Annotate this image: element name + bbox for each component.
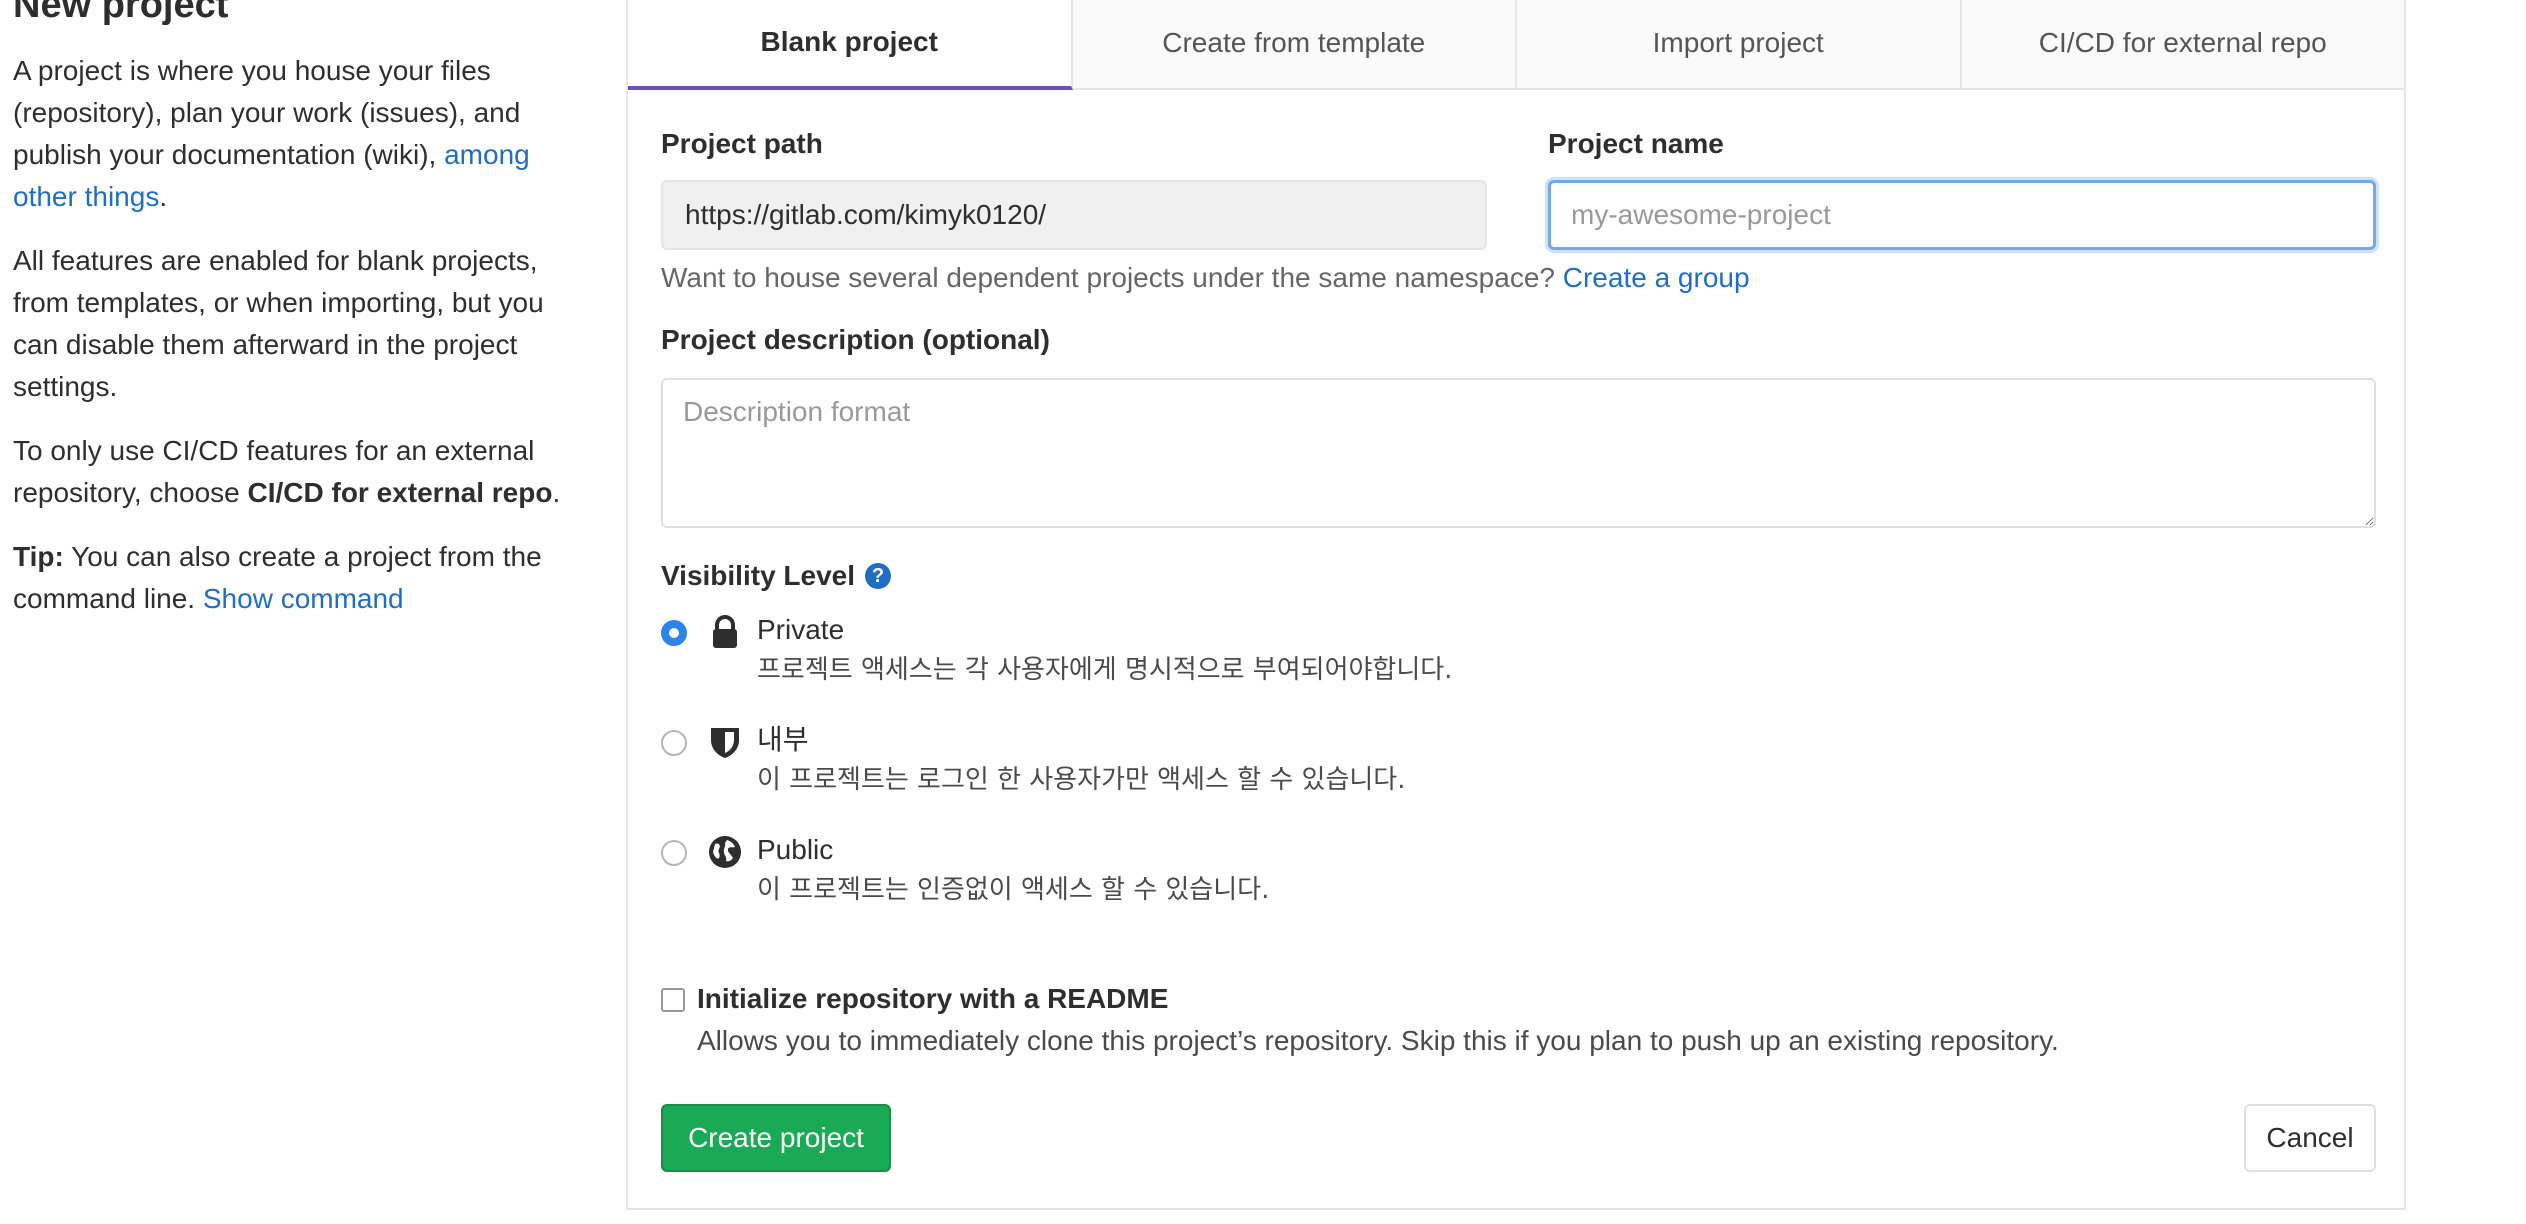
features-paragraph: All features are enabled for blank proje…	[13, 245, 544, 402]
visibility-private-text: Private 프로젝트 액세스는 각 사용자에게 명시적으로 부여되어야합니다…	[757, 610, 1452, 690]
visibility-internal-text: 내부 이 프로젝트는 로그인 한 사용자가만 액세스 할 수 있습니다.	[757, 720, 1405, 800]
globe-icon	[709, 836, 741, 868]
create-group-link[interactable]: Create a group	[1563, 262, 1750, 293]
visibility-radio-private[interactable]	[661, 620, 687, 646]
tab-blank-project[interactable]: Blank project	[628, 0, 1073, 90]
visibility-radio-internal[interactable]	[661, 730, 687, 756]
cicd-bold: CI/CD for external repo	[247, 477, 553, 508]
project-name-input[interactable]	[1548, 180, 2376, 250]
project-tabs: Blank project Create from template Impor…	[628, 0, 2404, 90]
visibility-radio-public[interactable]	[661, 840, 687, 866]
shield-icon	[711, 728, 739, 758]
tab-import-project[interactable]: Import project	[1517, 0, 1962, 88]
visibility-option-public[interactable]: Public 이 프로젝트는 인증없이 액세스 할 수 있습니다.	[661, 830, 1269, 910]
initialize-readme-desc: Allows you to immediately clone this pro…	[697, 1025, 2059, 1056]
project-description-textarea[interactable]	[661, 378, 2376, 528]
intro-end: .	[159, 181, 168, 212]
visibility-level-text: Visibility Level	[661, 560, 856, 591]
project-name-label: Project name	[1548, 128, 1724, 159]
visibility-private-desc: 프로젝트 액세스는 각 사용자에게 명시적으로 부여되어야합니다.	[757, 655, 1453, 685]
tab-create-from-template[interactable]: Create from template	[1072, 0, 1517, 88]
initialize-readme-title: Initialize repository with a README	[697, 983, 1169, 1014]
initialize-readme-option[interactable]: Initialize repository with a README Allo…	[661, 978, 2059, 1062]
initialize-readme-checkbox[interactable]	[661, 988, 685, 1012]
intro-paragraph: A project is where you house your files …	[13, 50, 573, 218]
tip-paragraph: Tip: You can also create a project from …	[13, 536, 573, 620]
visibility-internal-desc: 이 프로젝트는 로그인 한 사용자가만 액세스 할 수 있습니다.	[757, 765, 1406, 795]
help-icon[interactable]: ?	[865, 563, 892, 589]
show-command-link[interactable]: Show command	[203, 583, 404, 614]
visibility-public-title: Public	[757, 834, 834, 865]
group-help-label: Want to house several dependent projects…	[661, 262, 1563, 293]
visibility-option-private[interactable]: Private 프로젝트 액세스는 각 사용자에게 명시적으로 부여되어야합니다…	[661, 610, 1452, 690]
tip-label: Tip:	[13, 541, 64, 572]
visibility-public-desc: 이 프로젝트는 인증없이 액세스 할 수 있습니다.	[757, 875, 1270, 905]
project-path-label: Project path	[661, 128, 823, 159]
visibility-option-internal[interactable]: 내부 이 프로젝트는 로그인 한 사용자가만 액세스 할 수 있습니다.	[661, 720, 1405, 800]
visibility-private-title: Private	[757, 614, 845, 645]
cicd-paragraph: To only use CI/CD features for an extern…	[13, 430, 573, 514]
cicd-end: .	[552, 477, 561, 508]
create-project-button[interactable]: Create project	[661, 1104, 891, 1172]
page-title: New project	[13, 0, 229, 26]
initialize-readme-text: Initialize repository with a README Allo…	[685, 978, 2059, 1062]
new-project-panel: Blank project Create from template Impor…	[626, 0, 2406, 1210]
project-path-field: https://gitlab.com/kimyk0120/	[661, 180, 1487, 250]
project-description-label: Project description (optional)	[661, 324, 1050, 355]
visibility-level-label: Visibility Level ?	[661, 560, 892, 592]
group-help-text: Want to house several dependent projects…	[661, 262, 1750, 294]
tab-cicd-external-repo[interactable]: CI/CD for external repo	[1961, 0, 2404, 88]
lock-icon	[713, 615, 737, 648]
visibility-public-text: Public 이 프로젝트는 인증없이 액세스 할 수 있습니다.	[757, 830, 1269, 910]
cancel-button[interactable]: Cancel	[2244, 1104, 2376, 1172]
visibility-internal-title: 내부	[757, 724, 809, 755]
sidebar: New project A project is where you house…	[13, 0, 573, 642]
